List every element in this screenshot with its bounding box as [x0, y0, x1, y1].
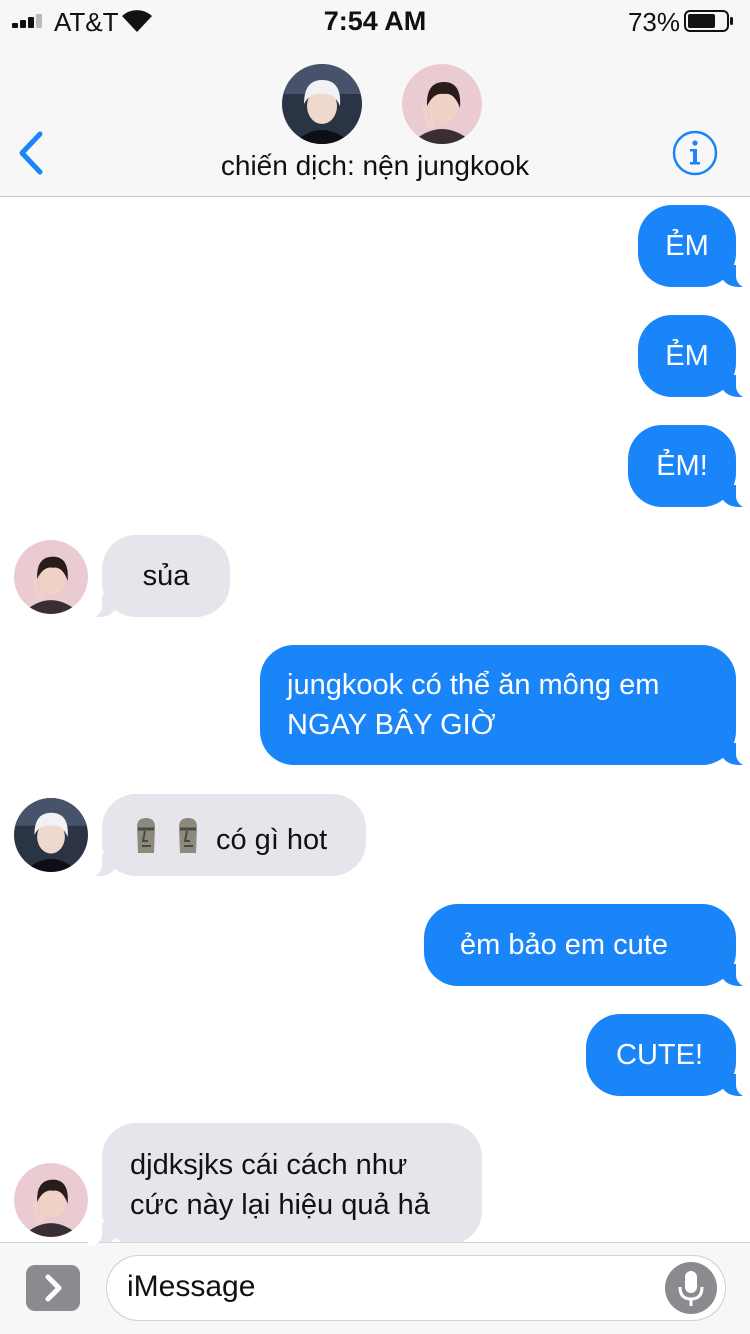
message-text: jungkook có thể ăn mông em NGAY BÂY GIỜ — [287, 669, 660, 741]
incoming-message-bubble[interactable]: sủa — [88, 535, 230, 618]
battery-icon — [684, 10, 733, 32]
pink-hoodie-avatar[interactable] — [14, 540, 88, 614]
conversation-header: chiến dịch: nện jungkook — [0, 40, 750, 197]
message-text: djdksjks cái cách như cức này lại hiệu q… — [130, 1149, 430, 1221]
moai-emoji-icon — [137, 818, 155, 853]
message-text: sủa — [142, 560, 190, 592]
message-text: có gì hot — [216, 824, 328, 856]
microphone-icon — [678, 1271, 704, 1306]
microphone-button[interactable] — [665, 1262, 717, 1314]
pink-hoodie-avatar[interactable] — [402, 64, 482, 144]
message-text: CUTE! — [616, 1039, 703, 1071]
outgoing-message-bubble[interactable]: jungkook có thể ăn mông em NGAY BÂY GIỜ — [260, 645, 750, 766]
apps-button[interactable] — [26, 1265, 80, 1311]
message-input-placeholder: iMessage — [127, 1270, 256, 1303]
conversation-title[interactable]: chiến dịch: nện jungkook — [0, 150, 750, 182]
message-content: có gì hot — [132, 815, 366, 860]
message-text: ẺM! — [656, 450, 708, 482]
pink-hoodie-avatar[interactable] — [14, 1163, 88, 1237]
message-text: ẺM — [665, 230, 709, 262]
white-hair-avatar[interactable] — [282, 64, 362, 144]
outgoing-message-bubble[interactable]: ẻm bảo em cute — [424, 904, 750, 987]
outgoing-message-bubble[interactable]: ẺM — [638, 315, 750, 398]
chevron-right-icon — [45, 1274, 62, 1302]
outgoing-message-bubble[interactable]: ẺM — [638, 205, 750, 288]
outgoing-message-bubble[interactable]: CUTE! — [586, 1014, 750, 1097]
message-composer: iMessage — [0, 1242, 750, 1334]
message-input[interactable]: iMessage — [106, 1255, 726, 1321]
message-text: ẺM — [665, 340, 709, 372]
info-icon[interactable] — [672, 130, 718, 176]
white-hair-avatar[interactable] — [14, 798, 88, 872]
incoming-message-bubble[interactable]: djdksjks cái cách như cức này lại hiệu q… — [88, 1123, 482, 1246]
status-bar: AT&T 7:54 AM 73% — [0, 0, 750, 40]
message-text: ẻm bảo em cute — [460, 929, 668, 961]
moai-emoji-icon — [179, 818, 197, 853]
outgoing-message-bubble[interactable]: ẺM! — [628, 425, 750, 508]
incoming-message-bubble[interactable]: có gì hot — [88, 794, 366, 877]
battery-percentage: 73% — [627, 7, 680, 37]
